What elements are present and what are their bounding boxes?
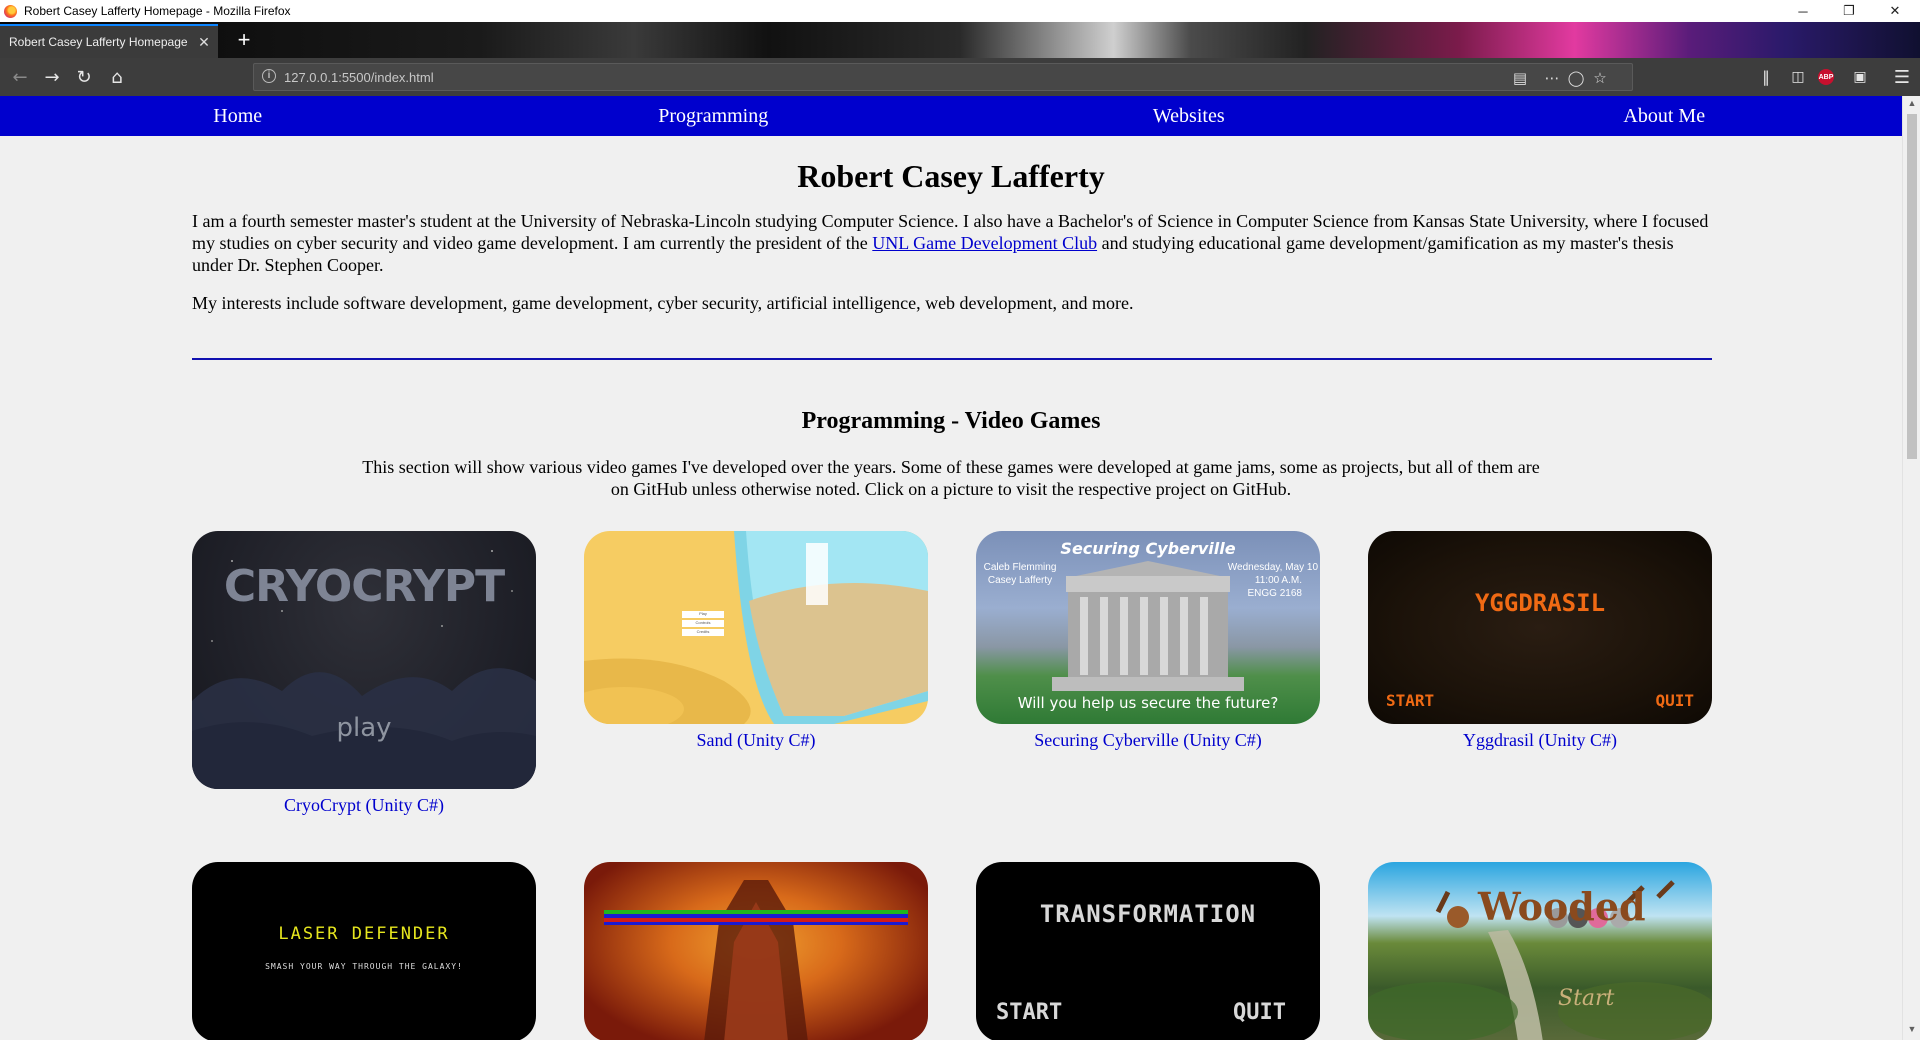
wooded-thumbnail[interactable]: Wooded Start bbox=[1368, 862, 1712, 1040]
yggdrasil-link[interactable]: Yggdrasil (Unity C#) bbox=[1368, 730, 1712, 751]
scroll-down-icon[interactable]: ▼ bbox=[1903, 1024, 1920, 1038]
game-card-securing-cyberville: Securing Cyberville Caleb Flemming Casey… bbox=[976, 531, 1320, 751]
bookmark-star-icon[interactable]: ☆ bbox=[1590, 68, 1610, 88]
transformation-start-text: START bbox=[996, 1000, 1063, 1025]
sidebar-icon[interactable]: ◫ bbox=[1786, 65, 1810, 89]
close-tab-icon[interactable]: ✕ bbox=[190, 34, 218, 51]
library-icon[interactable]: ‖ bbox=[1754, 65, 1778, 89]
adblock-plus-icon[interactable]: ABP bbox=[1818, 69, 1834, 85]
page-title: Robert Casey Lafferty bbox=[797, 158, 1105, 194]
securing-cyberville-link[interactable]: Securing Cyberville (Unity C#) bbox=[976, 730, 1320, 751]
new-tab-button[interactable]: + bbox=[230, 26, 258, 54]
menu-icon[interactable]: ☰ bbox=[1890, 65, 1914, 89]
game-card-cryocrypt: CRYOCRYPT play CryoCrypt (Unity C#) bbox=[192, 531, 536, 816]
intro-paragraph: I am a fourth semester master's student … bbox=[192, 210, 1710, 276]
cyberville-authors: Caleb Flemming Casey Lafferty bbox=[980, 561, 1060, 587]
sand-menu-play: Play bbox=[682, 611, 724, 618]
yggdrasil-quit-text: QUIT bbox=[1655, 691, 1694, 710]
firefox-logo-icon bbox=[4, 4, 17, 18]
section-divider bbox=[192, 358, 1712, 360]
scroll-up-icon[interactable]: ▲ bbox=[1903, 98, 1920, 112]
wooded-logo-text: Wooded bbox=[1478, 884, 1646, 929]
url-bar[interactable]: i ▤ ⋯ ◯ ☆ bbox=[253, 63, 1633, 91]
cyberville-date-room: ENGG 2168 bbox=[1247, 588, 1302, 599]
cryocrypt-logo-text: CRYOCRYPT bbox=[223, 561, 505, 612]
games-section-title: Programming - Video Games bbox=[801, 408, 1101, 434]
cyberville-tagline: Will you help us secure the future? bbox=[1017, 694, 1279, 712]
url-input[interactable] bbox=[284, 68, 1484, 86]
yggdrasil-start-text: START bbox=[1386, 691, 1435, 710]
laser-defender-tagline: SMASH YOUR WAY THROUGH THE GALAXY! bbox=[265, 962, 463, 971]
sand-menu-controls: Controls bbox=[682, 620, 724, 627]
nav-websites[interactable]: Websites bbox=[951, 96, 1427, 136]
scroll-thumb[interactable] bbox=[1907, 114, 1917, 459]
forward-icon[interactable]: → bbox=[40, 65, 64, 89]
cyberville-author-1: Caleb Flemming bbox=[983, 562, 1057, 573]
game-card-transformation: TRANSFORMATION START QUIT bbox=[976, 862, 1320, 1040]
navigation-toolbar: ← → ↻ ⌂ i ▤ ⋯ ◯ ☆ ‖ ◫ ABP ▣ ☰ bbox=[0, 58, 1920, 96]
transformation-quit-text: QUIT bbox=[1233, 1000, 1286, 1025]
page-scrollbar[interactable]: ▲ ▼ bbox=[1902, 96, 1920, 1040]
transformation-logo-text: TRANSFORMATION bbox=[1039, 900, 1257, 928]
game-card-yggdrasil: YGGDRASIL START QUIT Yggdrasil (Unity C#… bbox=[1368, 531, 1712, 751]
game-card-breakout bbox=[584, 862, 928, 1040]
cryocrypt-thumbnail[interactable]: CRYOCRYPT play bbox=[192, 531, 536, 789]
home-icon[interactable]: ⌂ bbox=[105, 65, 129, 89]
reload-icon[interactable]: ↻ bbox=[72, 65, 96, 89]
container-icon[interactable]: ▣ bbox=[1848, 65, 1872, 89]
sand-menu-credits: Credits bbox=[682, 629, 724, 636]
nav-home[interactable]: Home bbox=[0, 96, 476, 136]
tab-strip: Robert Casey Lafferty Homepage ✕ + bbox=[0, 22, 1920, 58]
wooded-start-text: Start bbox=[1558, 986, 1615, 1011]
sand-menu: Play Controls Credits bbox=[682, 611, 724, 636]
page-actions-icon[interactable]: ⋯ bbox=[1542, 68, 1562, 88]
tab-label: Robert Casey Lafferty Homepage bbox=[9, 35, 188, 49]
pocket-icon[interactable]: ◯ bbox=[1566, 68, 1586, 88]
cyberville-date-day: Wednesday, May 10 bbox=[1227, 562, 1318, 573]
yggdrasil-logo-text: YGGDRASIL bbox=[1474, 589, 1606, 617]
nav-about-me[interactable]: About Me bbox=[1427, 96, 1903, 136]
yggdrasil-thumbnail[interactable]: YGGDRASIL START QUIT bbox=[1368, 531, 1712, 724]
cyberville-author-2: Casey Lafferty bbox=[987, 575, 1053, 586]
game-card-sand: Play Controls Credits Sand (Unity C#) bbox=[584, 531, 928, 751]
page-content: Home Programming Websites About Me Rober… bbox=[0, 96, 1902, 1040]
sand-thumbnail[interactable]: Play Controls Credits bbox=[584, 531, 928, 724]
minimize-button[interactable]: ─ bbox=[1780, 0, 1826, 22]
cyberville-date: Wednesday, May 10 11:00 A.M. ENGG 2168 bbox=[1214, 561, 1318, 600]
window-title-bar: Robert Casey Lafferty Homepage - Mozilla… bbox=[0, 0, 1920, 22]
reader-view-icon[interactable]: ▤ bbox=[1510, 68, 1530, 88]
nav-programming[interactable]: Programming bbox=[476, 96, 952, 136]
window-title: Robert Casey Lafferty Homepage - Mozilla… bbox=[24, 4, 291, 18]
transformation-thumbnail[interactable]: TRANSFORMATION START QUIT bbox=[976, 862, 1320, 1040]
game-dev-club-link[interactable]: UNL Game Development Club bbox=[872, 233, 1097, 253]
site-nav: Home Programming Websites About Me bbox=[0, 96, 1902, 136]
cyberville-date-time: 11:00 A.M. bbox=[1254, 575, 1302, 586]
laser-defender-thumbnail[interactable]: LASER DEFENDER SMASH YOUR WAY THROUGH TH… bbox=[192, 862, 536, 1040]
game-card-laser-defender: LASER DEFENDER SMASH YOUR WAY THROUGH TH… bbox=[192, 862, 536, 1040]
game-card-wooded: Wooded Start bbox=[1368, 862, 1712, 1040]
sand-link[interactable]: Sand (Unity C#) bbox=[584, 730, 928, 751]
close-window-button[interactable]: ✕ bbox=[1872, 0, 1918, 22]
cryocrypt-link[interactable]: CryoCrypt (Unity C#) bbox=[192, 795, 536, 816]
back-icon[interactable]: ← bbox=[8, 65, 32, 89]
cryocrypt-play-text: play bbox=[336, 713, 392, 743]
site-info-icon[interactable]: i bbox=[262, 69, 276, 83]
breakout-thumbnail[interactable] bbox=[584, 862, 928, 1040]
games-section-description: This section will show various video gam… bbox=[362, 457, 1540, 499]
tab-homepage[interactable]: Robert Casey Lafferty Homepage ✕ bbox=[0, 24, 218, 58]
securing-cyberville-thumbnail[interactable]: Securing Cyberville Caleb Flemming Casey… bbox=[976, 531, 1320, 724]
restore-button[interactable]: ❐ bbox=[1826, 0, 1872, 22]
interests-paragraph: My interests include software developmen… bbox=[192, 293, 1134, 313]
cyberville-title-text: Securing Cyberville bbox=[1060, 539, 1236, 558]
laser-defender-logo-text: LASER DEFENDER bbox=[278, 924, 450, 944]
